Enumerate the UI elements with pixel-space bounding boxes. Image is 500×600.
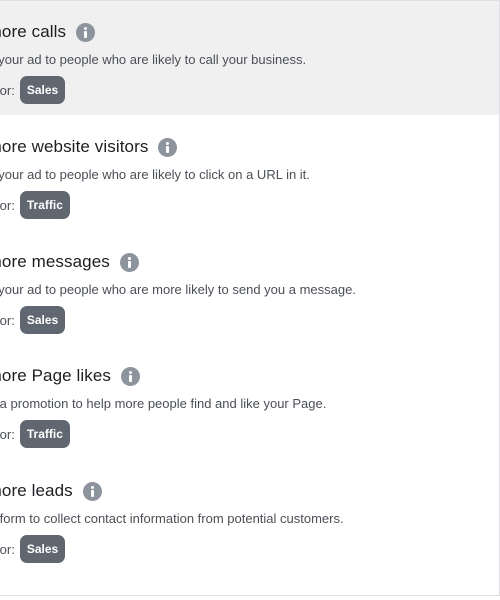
goal-option-website-visitors[interactable]: t more website visitors ow your ad to pe… xyxy=(0,116,499,230)
option-description: ate a promotion to help more people find… xyxy=(0,396,327,411)
option-title-row: t more leads xyxy=(0,481,102,501)
option-title-row: t more website visitors xyxy=(0,137,178,157)
good-for-row: od for: Sales xyxy=(0,306,66,334)
info-icon[interactable] xyxy=(82,481,102,501)
objective-badge: Sales xyxy=(19,535,66,563)
option-title: t more Page likes xyxy=(0,366,112,385)
option-title: t more calls xyxy=(0,22,67,41)
info-icon[interactable] xyxy=(158,137,178,157)
good-for-row: od for: Traffic xyxy=(0,420,70,448)
objective-badge: Traffic xyxy=(19,420,70,448)
objective-badge: Traffic xyxy=(19,191,70,219)
good-for-label: od for: xyxy=(0,541,15,557)
bottom-divider xyxy=(0,595,500,596)
goal-option-messages[interactable]: t more messages ow your ad to people who… xyxy=(0,231,499,345)
info-icon[interactable] xyxy=(119,252,139,272)
goal-option-leads[interactable]: t more leads e a form to collect contact… xyxy=(0,460,499,574)
info-icon[interactable] xyxy=(121,366,141,386)
info-icon[interactable] xyxy=(76,22,96,42)
option-title: t more leads xyxy=(0,481,73,500)
good-for-label: od for: xyxy=(0,426,15,442)
option-title-row: t more calls xyxy=(0,22,96,42)
objective-badge: Sales xyxy=(19,76,66,104)
good-for-label: od for: xyxy=(0,312,15,328)
option-title: t more website visitors xyxy=(0,137,149,156)
objective-badge: Sales xyxy=(19,306,66,334)
goal-option-calls[interactable]: t more calls ow your ad to people who ar… xyxy=(0,1,499,115)
option-description: ow your ad to people who are likely to c… xyxy=(0,167,310,182)
good-for-row: od for: Traffic xyxy=(0,191,70,219)
good-for-label: od for: xyxy=(0,82,15,98)
option-description: e a form to collect contact information … xyxy=(0,511,344,526)
good-for-label: od for: xyxy=(0,197,15,213)
good-for-row: od for: Sales xyxy=(0,535,66,563)
option-description: ow your ad to people who are likely to c… xyxy=(0,52,307,67)
option-title-row: t more messages xyxy=(0,252,139,272)
option-title-row: t more Page likes xyxy=(0,366,141,386)
option-description: ow your ad to people who are more likely… xyxy=(0,282,356,297)
good-for-row: od for: Sales xyxy=(0,76,66,104)
goal-option-page-likes[interactable]: t more Page likes ate a promotion to hel… xyxy=(0,345,499,459)
goal-options-panel: t more calls ow your ad to people who ar… xyxy=(0,0,500,600)
option-title: t more messages xyxy=(0,252,110,271)
